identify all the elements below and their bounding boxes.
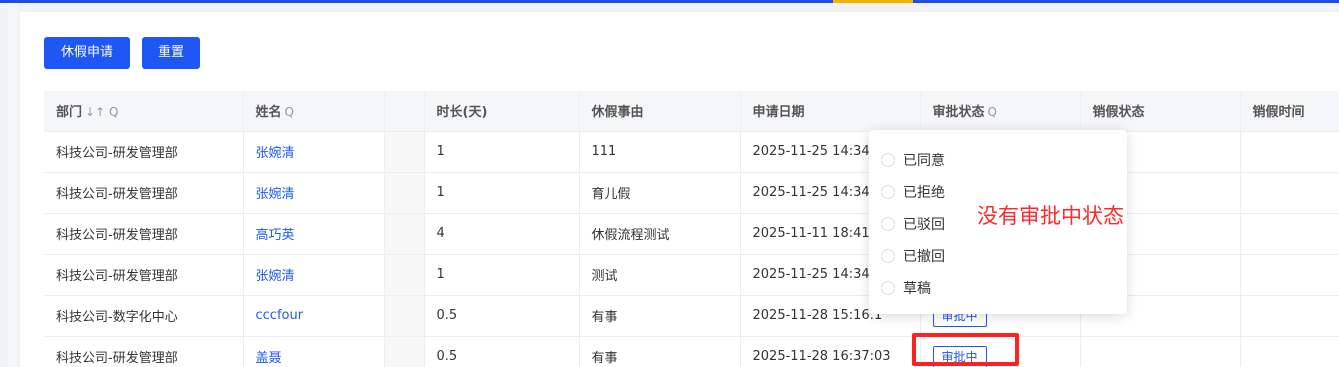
cell-duration: 0.5: [424, 336, 580, 367]
cell-gap: [384, 254, 425, 296]
cell-cancel-time: [1240, 336, 1339, 367]
header-reason: 休假事由: [579, 91, 741, 132]
cell-duration: 0.5: [424, 295, 580, 337]
cell-reason: 休假流程测试: [579, 213, 741, 255]
header-cancel-status: 销假状态: [1080, 91, 1241, 132]
cell-name[interactable]: 高巧英: [243, 213, 385, 255]
cell-name[interactable]: 盖聂: [243, 336, 385, 367]
table-row: 科技公司-研发管理部 张婉清 1 育儿假 2025-11-25 14:34:4: [44, 172, 1339, 214]
filter-option-label: 草稿: [903, 281, 931, 297]
header-name-label: 姓名: [255, 105, 282, 121]
cell-name[interactable]: 张婉清: [243, 254, 385, 296]
cell-dept: 科技公司-研发管理部: [44, 131, 244, 173]
search-icon[interactable]: Q: [988, 105, 997, 119]
cell-reason: 111: [579, 131, 741, 173]
cell-dept: 科技公司-研发管理部: [44, 254, 244, 296]
cell-dept: 科技公司-研发管理部: [44, 336, 244, 367]
filter-option-label: 已撤回: [903, 249, 945, 265]
annotation-text: 没有审批中状态: [977, 204, 1124, 228]
leave-table: 部门 ↓↑ Q 姓名 Q 时长(天) 休假事由 申请日期 审批状态 Q 销假状态 销假…: [44, 91, 1339, 367]
name-link[interactable]: 张婉清: [256, 187, 295, 202]
cell-cancel-time: [1240, 254, 1339, 296]
cell-gap: [384, 131, 425, 173]
cell-reason: 测试: [579, 254, 741, 296]
header-apply-date: 申请日期: [740, 91, 921, 132]
header-approval-label: 审批状态: [932, 105, 985, 121]
header-dept-label: 部门: [56, 105, 83, 121]
radio-icon[interactable]: [881, 217, 895, 231]
radio-icon[interactable]: [881, 153, 895, 167]
cell-dept: 科技公司-研发管理部: [44, 172, 244, 214]
filter-option-draft[interactable]: 草稿: [869, 272, 1127, 304]
radio-icon[interactable]: [881, 281, 895, 295]
cell-name[interactable]: 张婉清: [243, 131, 385, 173]
left-gutter: [0, 3, 8, 367]
name-link[interactable]: 张婉清: [256, 146, 295, 161]
cell-reason: 育儿假: [579, 172, 741, 214]
cell-cancel-time: [1240, 131, 1339, 173]
header-cancel-time: 销假时间: [1240, 91, 1339, 132]
header-name[interactable]: 姓名 Q: [243, 91, 385, 132]
filter-option-label: 已拒绝: [903, 185, 945, 201]
table-row: 科技公司-数字化中心 cccfour 0.5 有事 2025-11-28 15:…: [44, 295, 1339, 337]
cell-dept: 科技公司-研发管理部: [44, 213, 244, 255]
reset-button[interactable]: 重置: [142, 37, 200, 69]
name-link[interactable]: 盖聂: [256, 351, 282, 366]
leave-apply-button[interactable]: 休假申请: [44, 37, 130, 69]
table-row: 科技公司-研发管理部 张婉清 1 测试 2025-11-25 14:34:4: [44, 254, 1339, 296]
cell-name[interactable]: cccfour: [243, 295, 385, 337]
cell-reason: 有事: [579, 336, 741, 367]
left-scroll-track: [8, 3, 18, 367]
header-dept[interactable]: 部门 ↓↑ Q: [44, 91, 244, 132]
active-tab-indicator: [833, 0, 913, 3]
cell-duration: 1: [424, 172, 580, 214]
cell-cancel-time: [1240, 172, 1339, 214]
filter-option-label: 已同意: [903, 153, 945, 169]
name-link[interactable]: 张婉清: [256, 269, 295, 284]
cell-gap: [384, 336, 425, 367]
header-duration: 时长(天): [424, 91, 580, 132]
filter-option-approved[interactable]: 已同意: [869, 144, 1127, 176]
cell-reason: 有事: [579, 295, 741, 337]
top-nav-bar: [0, 0, 1339, 3]
table-row: 科技公司-研发管理部 张婉清 1 111 2025-11-25 14:34:4: [44, 131, 1339, 173]
cell-duration: 1: [424, 131, 580, 173]
filter-option-label: 已驳回: [903, 217, 945, 233]
cell-gap: [384, 295, 425, 337]
table-row: 科技公司-研发管理部 盖聂 0.5 有事 2025-11-28 16:37:03…: [44, 336, 1339, 367]
header-approval-status[interactable]: 审批状态 Q: [920, 91, 1081, 132]
cell-cancel-time: [1240, 295, 1339, 337]
cell-dept: 科技公司-数字化中心: [44, 295, 244, 337]
radio-icon[interactable]: [881, 185, 895, 199]
cell-name[interactable]: 张婉清: [243, 172, 385, 214]
cell-duration: 4: [424, 213, 580, 255]
cell-gap: [384, 213, 425, 255]
table-row: 科技公司-研发管理部 高巧英 4 休假流程测试 2025-11-11 18:41…: [44, 213, 1339, 255]
cell-cancel-time: [1240, 213, 1339, 255]
cell-date: 2025-11-28 16:37:03: [740, 336, 921, 367]
cell-gap: [384, 172, 425, 214]
search-icon[interactable]: Q: [285, 105, 294, 119]
sort-filter-icon[interactable]: ↓↑ Q: [85, 105, 118, 119]
annotation-highlight-box: [912, 333, 1019, 366]
cell-duration: 1: [424, 254, 580, 296]
name-link[interactable]: 高巧英: [256, 228, 295, 243]
radio-icon[interactable]: [881, 249, 895, 263]
cell-cancel-status: [1080, 336, 1241, 367]
header-gap: [384, 91, 425, 132]
table-header-row: 部门 ↓↑ Q 姓名 Q 时长(天) 休假事由 申请日期 审批状态 Q 销假状态 销假…: [44, 91, 1339, 132]
filter-option-withdrawn[interactable]: 已撤回: [869, 240, 1127, 272]
name-link[interactable]: cccfour: [256, 308, 304, 323]
